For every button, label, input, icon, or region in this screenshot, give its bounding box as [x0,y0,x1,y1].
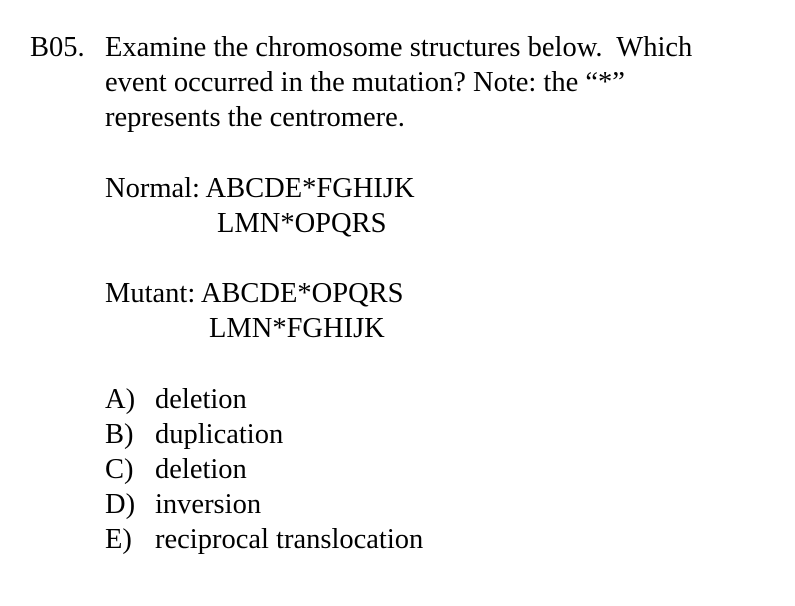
normal-chromosome-line-1: Normal: ABCDE*FGHIJK [105,171,415,206]
normal-label: Normal: [105,173,200,204]
option-text: deletion [155,454,247,485]
option-letter: A) [105,384,136,415]
option-letter: C) [105,454,134,485]
question-text-line-2: event occurred in the mutation? Note: th… [105,67,625,98]
answer-option-c[interactable]: C) deletion [105,452,247,487]
option-text: duplication [155,419,284,450]
normal-chromosome-1: ABCDE*FGHIJK [205,173,415,204]
option-letter: D) [105,489,136,520]
mutant-chromosome-line-1: Mutant: ABCDE*OPQRS [105,276,404,311]
option-text: reciprocal translocation [155,524,424,555]
question-number: B05. [30,32,85,63]
mutant-chromosome-2: LMN*FGHIJK [209,313,385,344]
question-text-line-3: represents the centromere. [105,102,405,133]
answer-option-d[interactable]: D) inversion [105,487,261,522]
mutant-label: Mutant: [105,278,196,309]
normal-chromosome-2: LMN*OPQRS [217,208,387,239]
option-text: deletion [155,384,247,415]
answer-option-e[interactable]: E) reciprocal translocation [105,522,423,557]
mutant-chromosome-1: ABCDE*OPQRS [200,278,404,309]
answer-option-a[interactable]: A) deletion [105,382,247,417]
option-letter: E) [105,524,132,555]
option-text: inversion [155,489,262,520]
option-letter: B) [105,419,134,450]
question-text-line-1: Examine the chromosome structures below.… [105,32,693,63]
answer-option-b[interactable]: B) duplication [105,417,283,452]
